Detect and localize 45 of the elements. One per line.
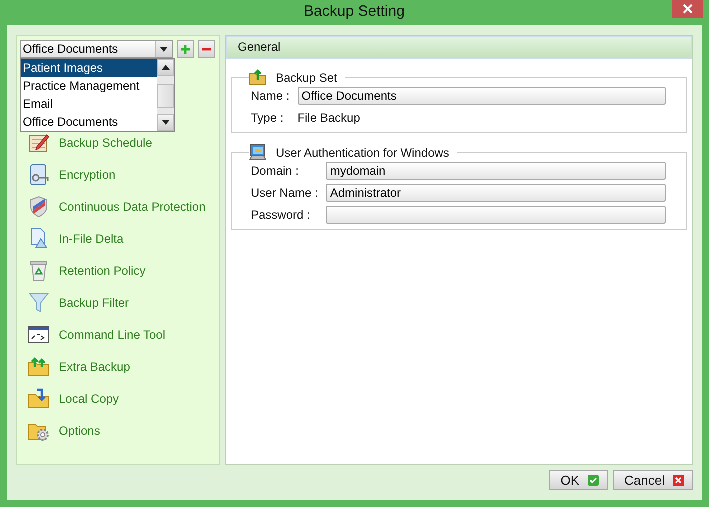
group-title: User Authentication for Windows bbox=[276, 146, 450, 160]
sidebar-item[interactable]: Encryption bbox=[27, 159, 219, 191]
add-button[interactable] bbox=[177, 40, 194, 58]
close-icon bbox=[682, 4, 692, 14]
folder-arrows-icon bbox=[27, 355, 51, 379]
field-value: File Backup bbox=[298, 110, 362, 127]
panel-header: General bbox=[226, 36, 692, 59]
input-field[interactable]: Administrator bbox=[326, 184, 666, 202]
computer-icon bbox=[249, 144, 267, 161]
dropdown-option[interactable]: Email bbox=[21, 95, 157, 113]
sidebar-item[interactable]: Options bbox=[27, 415, 219, 447]
sidebar-item[interactable]: Local Copy bbox=[27, 383, 219, 415]
close-button[interactable] bbox=[672, 0, 703, 18]
sidebar-item[interactable]: Retention Policy bbox=[27, 255, 219, 287]
folder-arrow-icon bbox=[27, 387, 51, 411]
input-field[interactable]: mydomain bbox=[326, 162, 666, 180]
field-label: Password : bbox=[251, 207, 312, 224]
sidebar-item[interactable]: Continuous Data Protection bbox=[27, 191, 219, 223]
backup-set-dropdown[interactable]: Office Documents bbox=[20, 40, 173, 58]
checkmark-icon bbox=[588, 474, 599, 486]
sidebar-item[interactable]: In-File Delta bbox=[27, 223, 219, 255]
sidebar-item[interactable]: Backup Filter bbox=[27, 287, 219, 319]
window-title: Backup Setting bbox=[304, 3, 405, 20]
dropdown-option[interactable]: Practice Management bbox=[21, 77, 157, 95]
dropdown-option[interactable]: Patient Images bbox=[21, 59, 157, 77]
field-label: User Name : bbox=[251, 185, 318, 202]
field-label: Domain : bbox=[251, 163, 300, 180]
caret-icon bbox=[160, 46, 168, 52]
funnel-icon bbox=[27, 291, 51, 315]
field-label: Type : bbox=[251, 110, 285, 127]
plus-icon bbox=[181, 44, 190, 54]
sidebar-item[interactable]: Command Line Tool bbox=[27, 319, 219, 351]
down-arrow-icon bbox=[162, 120, 170, 125]
up-arrow-icon bbox=[162, 65, 170, 70]
input-field[interactable] bbox=[326, 206, 666, 224]
field-label: Name : bbox=[251, 88, 290, 105]
ok-button[interactable]: OK bbox=[548, 470, 608, 490]
close-icon bbox=[673, 474, 684, 486]
group-title: Backup Set bbox=[276, 70, 338, 84]
sidebar-item[interactable]: Extra Backup bbox=[27, 351, 219, 383]
input-field[interactable]: Office Documents bbox=[298, 87, 666, 105]
cancel-button[interactable]: Cancel bbox=[612, 470, 693, 490]
remove-button[interactable] bbox=[198, 40, 215, 58]
scrollbar[interactable] bbox=[157, 59, 174, 131]
folder-arrow-icon bbox=[249, 69, 267, 86]
